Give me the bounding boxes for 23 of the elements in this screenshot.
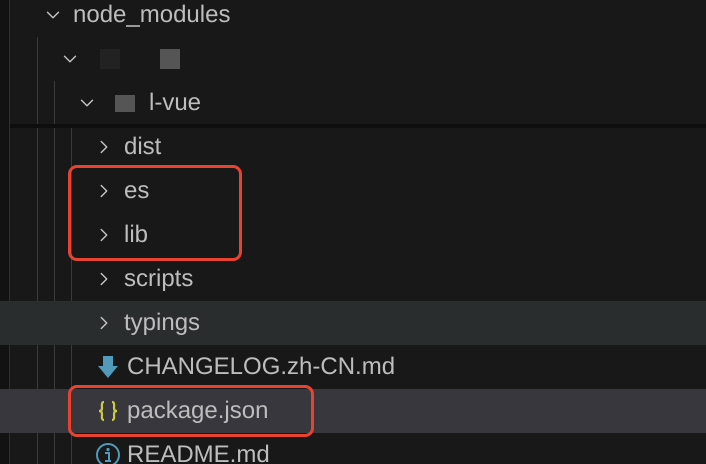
folder-row[interactable]: es (0, 169, 706, 213)
file-name: dist (124, 132, 162, 162)
curly-braces-icon (97, 399, 119, 423)
file-name: node_modules (73, 0, 230, 30)
folder-row[interactable]: typings (0, 301, 706, 345)
file-row[interactable]: package.json (0, 389, 706, 433)
info-icon (95, 442, 121, 464)
down-arrow-icon (97, 355, 119, 379)
file-name: package.json (127, 396, 268, 426)
file-name: es (124, 176, 150, 206)
file-row[interactable]: CHANGELOG.zh-CN.md (0, 345, 706, 389)
folder-row[interactable]: scripts (0, 257, 706, 301)
file-name: README.md (127, 440, 270, 464)
file-name: typings (124, 308, 200, 338)
folder-row[interactable]: dist (0, 125, 706, 169)
file-name: l-vue (149, 88, 202, 118)
file-name: CHANGELOG.zh-CN.md (127, 352, 396, 382)
file-name: lib (124, 220, 148, 250)
folder-row[interactable]: node_modules (0, 0, 706, 37)
folder-row[interactable]: l-vue (0, 81, 706, 125)
file-row[interactable]: README.md (0, 433, 706, 464)
file-name: scripts (124, 264, 194, 294)
folder-row[interactable]: lib (0, 213, 706, 257)
